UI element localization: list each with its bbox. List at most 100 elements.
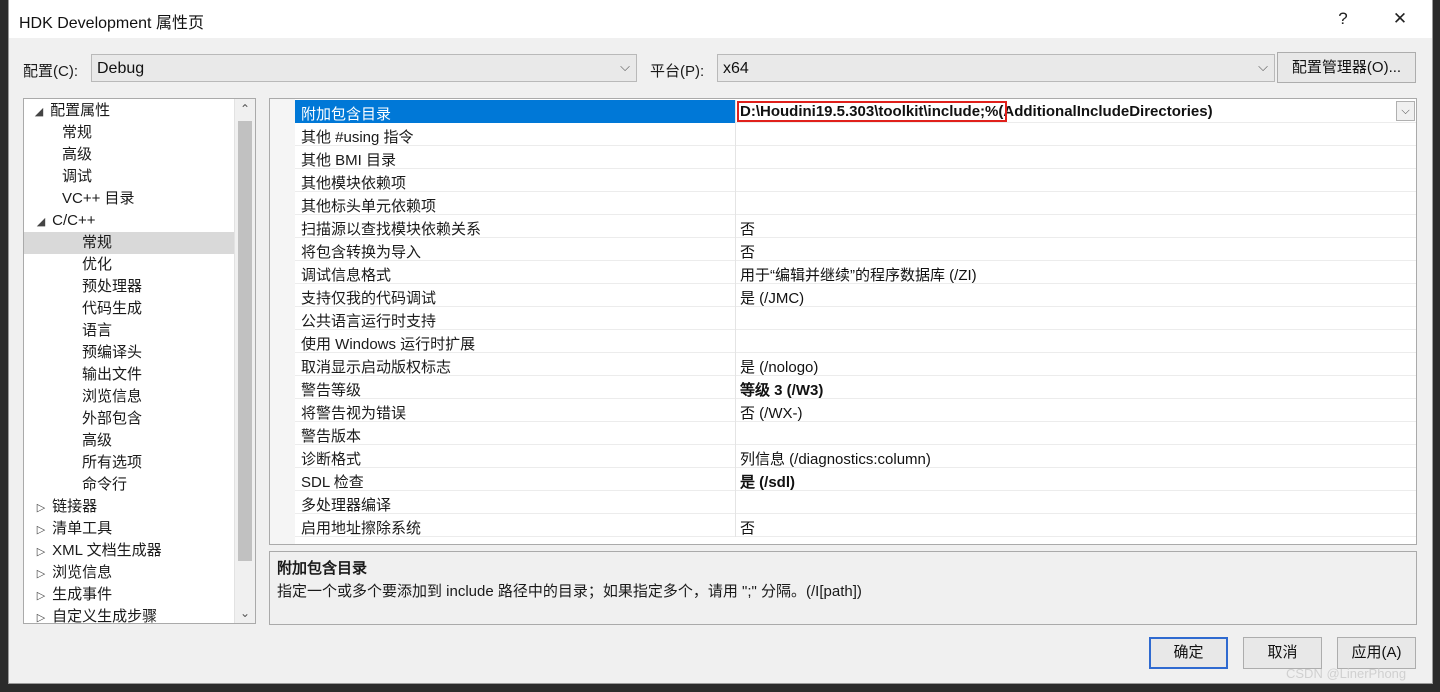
tree-item[interactable]: 输出文件 <box>24 364 255 386</box>
expand-arrow-icon[interactable]: ▷ <box>34 563 48 585</box>
tree-item[interactable]: 高级 <box>24 144 255 166</box>
property-row[interactable]: 其他 BMI 目录 <box>295 146 1416 169</box>
property-row[interactable]: 将包含转换为导入 否 <box>295 238 1416 261</box>
platform-label: 平台(P): <box>650 63 705 80</box>
property-value[interactable]: 列信息 (/diagnostics:column) <box>740 448 931 469</box>
tree-item[interactable]: ▷ 链接器 <box>24 496 243 518</box>
property-value[interactable]: 等级 3 (/W3) <box>740 379 823 400</box>
tree-item-label: 浏览信息 <box>82 388 143 405</box>
tree-item[interactable]: 预编译头 <box>24 342 255 364</box>
column-divider <box>735 514 736 537</box>
chevron-down-icon[interactable]: ⌄ <box>235 603 255 623</box>
ok-button[interactable]: 确定 <box>1149 637 1228 669</box>
property-row[interactable]: 启用地址擦除系统 否 <box>295 514 1416 537</box>
property-row[interactable]: 其他模块依赖项 <box>295 169 1416 192</box>
tree-item[interactable]: 高级 <box>24 430 255 452</box>
description-title: 附加包含目录 <box>277 560 368 577</box>
property-row[interactable]: 附加包含目录 D:\Houdini19.5.303\toolkit\include… <box>295 100 1416 123</box>
tree-item[interactable]: 优化 <box>24 254 255 276</box>
description-text: 指定一个或多个要添加到 include 路径中的目录；如果指定多个，请用 ";"… <box>277 583 862 600</box>
tree-item[interactable]: 常规 <box>24 122 255 144</box>
tree-item-label: 输出文件 <box>82 366 143 383</box>
tree-item[interactable]: 语言 <box>24 320 255 342</box>
property-row[interactable]: 将警告视为错误 否 (/WX-) <box>295 399 1416 422</box>
property-value[interactable]: 否 (/WX-) <box>740 402 802 423</box>
apply-button[interactable]: 应用(A) <box>1337 637 1416 669</box>
platform-select[interactable]: x64 ⌵ <box>717 54 1275 82</box>
property-name: 启用地址擦除系统 <box>301 520 422 537</box>
tree-item[interactable]: 代码生成 <box>24 298 255 320</box>
property-value[interactable]: 否 <box>740 517 755 538</box>
tree-item[interactable]: 预处理器 <box>24 276 255 298</box>
tree-item-label: C/C++ <box>52 212 96 229</box>
column-divider <box>735 284 736 307</box>
property-value[interactable]: 用于“编辑并继续”的程序数据库 (/ZI) <box>740 264 977 285</box>
property-value[interactable]: 否 <box>740 241 755 262</box>
tree-item[interactable]: ▷ 自定义生成步骤 <box>24 606 243 623</box>
expand-arrow-icon[interactable]: ▷ <box>34 585 48 607</box>
tree-item[interactable]: ▷ 清单工具 <box>24 518 243 540</box>
title-bar: HDK Development 属性页 ? ✕ <box>9 0 1432 38</box>
tree-item-label: 代码生成 <box>82 300 143 317</box>
property-name: 其他标头单元依赖项 <box>301 198 437 215</box>
property-row[interactable]: 警告版本 <box>295 422 1416 445</box>
tree-item[interactable]: 命令行 <box>24 474 255 496</box>
tree-item[interactable]: 外部包含 <box>24 408 255 430</box>
property-name: 支持仅我的代码调试 <box>301 290 437 307</box>
property-name: 警告等级 <box>301 382 362 399</box>
property-row[interactable]: 使用 Windows 运行时扩展 <box>295 330 1416 353</box>
config-manager-button[interactable]: 配置管理器(O)... <box>1277 52 1416 83</box>
cancel-button[interactable]: 取消 <box>1243 637 1322 669</box>
scroll-thumb[interactable] <box>238 121 252 561</box>
property-row[interactable]: 其他标头单元依赖项 <box>295 192 1416 215</box>
tree-item[interactable]: ◢ 配置属性 <box>24 100 241 122</box>
tree-item[interactable]: 浏览信息 <box>24 386 255 408</box>
property-row[interactable]: SDL 检查 是 (/sdl) <box>295 468 1416 491</box>
tree-item[interactable]: 所有选项 <box>24 452 255 474</box>
property-row[interactable]: 警告等级 等级 3 (/W3) <box>295 376 1416 399</box>
tree-item[interactable]: ◢ C/C++ <box>24 210 243 232</box>
collapse-arrow-icon[interactable]: ◢ <box>34 211 48 233</box>
tree-item-label: 高级 <box>62 146 93 163</box>
property-row[interactable]: 支持仅我的代码调试 是 (/JMC) <box>295 284 1416 307</box>
property-value[interactable]: 是 (/sdl) <box>740 471 795 492</box>
expand-arrow-icon[interactable]: ▷ <box>34 607 48 623</box>
tree-item[interactable]: 调试 <box>24 166 255 188</box>
tree-item[interactable]: ▷ XML 文档生成器 <box>24 540 243 562</box>
tree-item[interactable]: 常规 <box>24 232 255 254</box>
expand-arrow-icon[interactable]: ▷ <box>34 519 48 541</box>
watermark: CSDN @LinerPhong <box>1286 666 1407 681</box>
tree-scrollbar[interactable]: ⌃ ⌄ <box>234 99 255 623</box>
property-row[interactable]: 调试信息格式 用于“编辑并继续”的程序数据库 (/ZI) <box>295 261 1416 284</box>
column-divider <box>735 238 736 261</box>
chevron-down-icon[interactable]: ⌵ <box>1396 101 1415 121</box>
property-name: 其他模块依赖项 <box>301 175 407 192</box>
tree-item-label: 所有选项 <box>82 454 143 471</box>
tree-item[interactable]: VC++ 目录 <box>24 188 255 210</box>
collapse-arrow-icon[interactable]: ◢ <box>32 101 46 123</box>
tree-item[interactable]: ▷ 生成事件 <box>24 584 243 606</box>
tree-item-label: 清单工具 <box>52 520 113 537</box>
column-divider <box>735 123 736 146</box>
property-row[interactable]: 公共语言运行时支持 <box>295 307 1416 330</box>
expand-arrow-icon[interactable]: ▷ <box>34 497 48 519</box>
property-row[interactable]: 诊断格式 列信息 (/diagnostics:column) <box>295 445 1416 468</box>
property-value[interactable]: 是 (/JMC) <box>740 287 804 308</box>
config-select[interactable]: Debug ⌵ <box>91 54 637 82</box>
column-divider <box>735 169 736 192</box>
tree-item[interactable]: ▷ 浏览信息 <box>24 562 243 584</box>
property-value[interactable]: 是 (/nologo) <box>740 356 818 377</box>
tree-item-label: 生成事件 <box>52 586 113 603</box>
property-row[interactable]: 扫描源以查找模块依赖关系 否 <box>295 215 1416 238</box>
property-row[interactable]: 取消显示启动版权标志 是 (/nologo) <box>295 353 1416 376</box>
chevron-up-icon[interactable]: ⌃ <box>235 99 255 119</box>
close-icon[interactable]: ✕ <box>1380 6 1420 32</box>
config-value: Debug <box>97 60 145 77</box>
chevron-down-icon: ⌵ <box>1258 59 1268 74</box>
property-row[interactable]: 其他 #using 指令 <box>295 123 1416 146</box>
property-value[interactable]: 否 <box>740 218 755 239</box>
expand-arrow-icon[interactable]: ▷ <box>34 541 48 563</box>
column-divider <box>735 100 736 123</box>
property-row[interactable]: 多处理器编译 <box>295 491 1416 514</box>
help-icon[interactable]: ? <box>1323 6 1363 32</box>
